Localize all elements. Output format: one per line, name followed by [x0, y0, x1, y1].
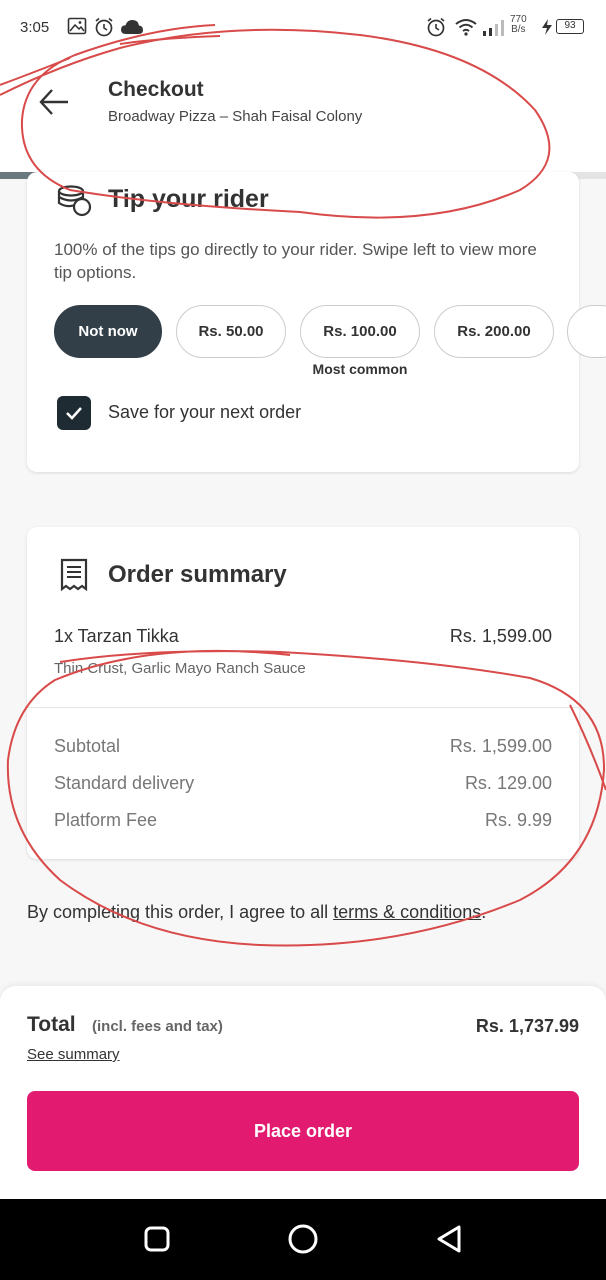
home-icon[interactable] [285, 1221, 321, 1257]
back-nav-icon[interactable] [434, 1223, 466, 1255]
recent-apps-icon[interactable] [141, 1223, 173, 1255]
red-annotation-scribbles [0, 24, 606, 947]
